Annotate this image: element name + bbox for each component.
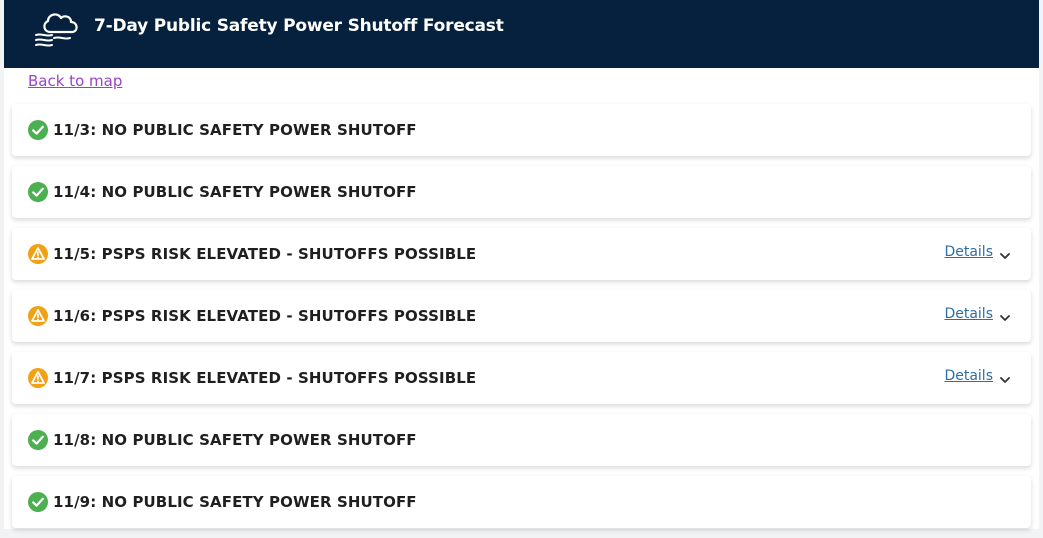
forecast-list: 11/3: NO PUBLIC SAFETY POWER SHUTOFF 11/4…: [12, 104, 1031, 538]
forecast-day-card[interactable]: 11/7: PSPS RISK ELEVATED - SHUTOFFS POSS…: [12, 352, 1031, 404]
forecast-day-card: 11/8: NO PUBLIC SAFETY POWER SHUTOFF: [12, 414, 1031, 466]
check-circle-icon: [28, 120, 48, 140]
details-link[interactable]: Details: [944, 244, 993, 260]
chevron-down-icon[interactable]: [999, 247, 1011, 259]
forecast-day-card[interactable]: 11/6: PSPS RISK ELEVATED - SHUTOFFS POSS…: [12, 290, 1031, 342]
chevron-down-icon[interactable]: [999, 371, 1011, 383]
cloud-wind-icon: [35, 13, 78, 47]
details-link[interactable]: Details: [944, 306, 993, 322]
check-circle-icon: [28, 182, 48, 202]
warning-icon: [28, 244, 48, 264]
forecast-day-card: 11/3: NO PUBLIC SAFETY POWER SHUTOFF: [12, 104, 1031, 156]
forecast-day-label: 11/8: NO PUBLIC SAFETY POWER SHUTOFF: [53, 431, 417, 449]
details-link[interactable]: Details: [944, 368, 993, 384]
details-toggle[interactable]: Details: [944, 306, 1011, 322]
check-circle-icon: [28, 492, 48, 512]
app-header: 7-Day Public Safety Power Shutoff Foreca…: [4, 0, 1039, 68]
chevron-down-icon[interactable]: [999, 309, 1011, 321]
forecast-day-label: 11/7: PSPS RISK ELEVATED - SHUTOFFS POSS…: [53, 369, 477, 387]
forecast-day-label: 11/9: NO PUBLIC SAFETY POWER SHUTOFF: [53, 493, 417, 511]
details-toggle[interactable]: Details: [944, 368, 1011, 384]
warning-icon: [28, 306, 48, 326]
page: 7-Day Public Safety Power Shutoff Foreca…: [4, 0, 1039, 529]
forecast-day-label: 11/6: PSPS RISK ELEVATED - SHUTOFFS POSS…: [53, 307, 477, 325]
forecast-day-card: 11/9: NO PUBLIC SAFETY POWER SHUTOFF: [12, 476, 1031, 528]
forecast-day-label: 11/4: NO PUBLIC SAFETY POWER SHUTOFF: [53, 183, 417, 201]
forecast-day-label: 11/3: NO PUBLIC SAFETY POWER SHUTOFF: [53, 121, 417, 139]
page-title: 7-Day Public Safety Power Shutoff Foreca…: [94, 16, 504, 36]
back-to-map-link[interactable]: Back to map: [28, 72, 122, 90]
check-circle-icon: [28, 430, 48, 450]
details-toggle[interactable]: Details: [944, 244, 1011, 260]
forecast-day-card[interactable]: 11/5: PSPS RISK ELEVATED - SHUTOFFS POSS…: [12, 228, 1031, 280]
warning-icon: [28, 368, 48, 388]
forecast-day-label: 11/5: PSPS RISK ELEVATED - SHUTOFFS POSS…: [53, 245, 477, 263]
forecast-day-card: 11/4: NO PUBLIC SAFETY POWER SHUTOFF: [12, 166, 1031, 218]
